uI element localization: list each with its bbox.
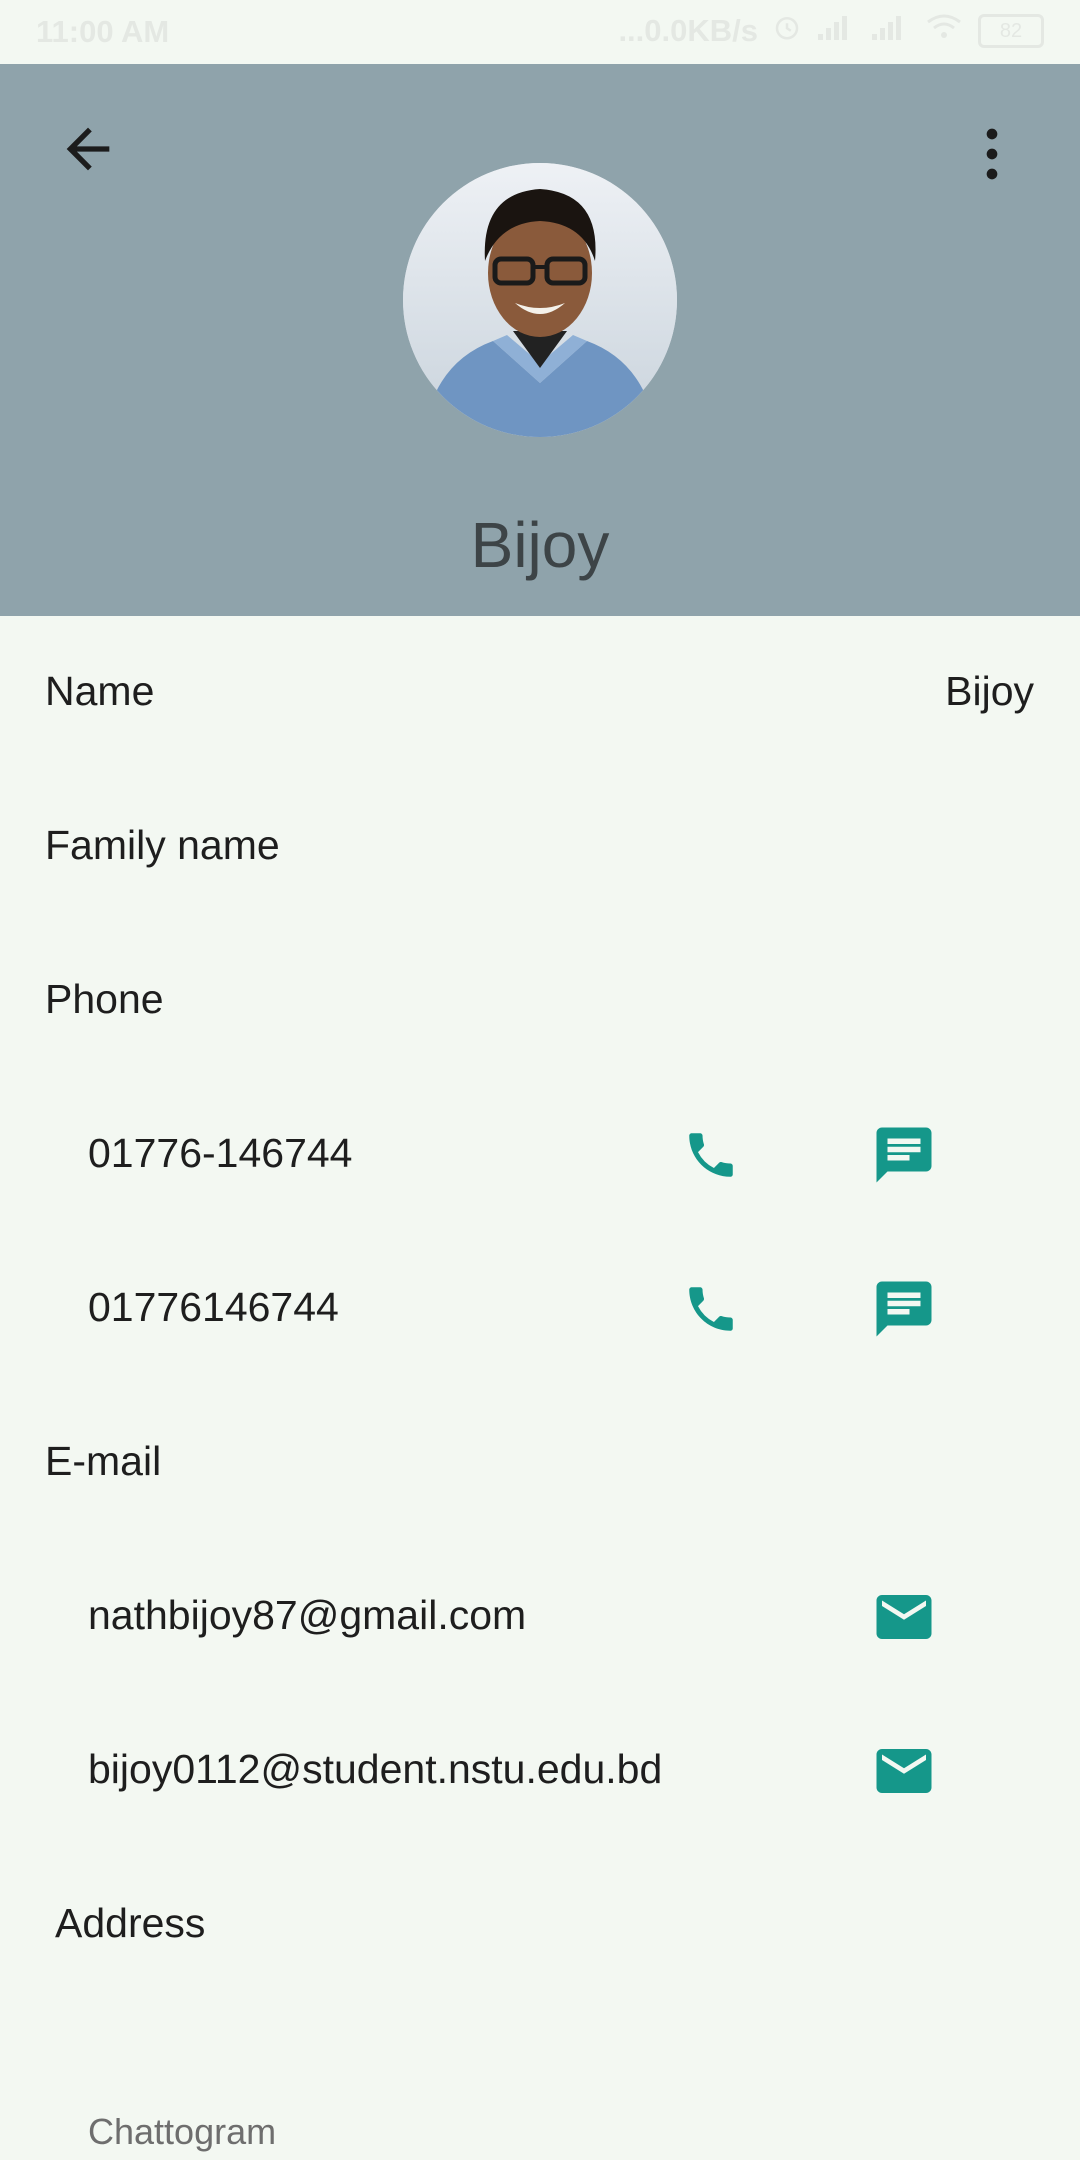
- status-time: 11:00 AM: [36, 14, 170, 49]
- phone-number[interactable]: 01776146744: [88, 1284, 339, 1331]
- address-city[interactable]: Chattogram: [88, 2111, 276, 2153]
- message-button[interactable]: [864, 1269, 944, 1349]
- more-vert-icon: [986, 128, 998, 180]
- message-icon: [876, 1281, 932, 1337]
- network-speed: ...0.0KB/s: [618, 13, 758, 48]
- avatar[interactable]: [403, 163, 677, 437]
- mail-icon: [876, 1595, 932, 1639]
- contact-photo: [403, 163, 677, 437]
- alarm-icon: [772, 12, 802, 50]
- signal-icon: [870, 12, 910, 50]
- phone-icon: [689, 1133, 733, 1177]
- contact-display-name: Bijoy: [470, 509, 610, 581]
- phone-label: Phone: [45, 976, 164, 1022]
- status-icons: ...0.0KB/s 82: [618, 12, 1044, 50]
- signal-icon: [816, 12, 856, 50]
- wifi-icon: [924, 12, 964, 50]
- call-button[interactable]: [671, 1269, 751, 1349]
- call-button[interactable]: [671, 1115, 751, 1195]
- back-button[interactable]: [56, 117, 120, 181]
- battery-indicator: 82: [978, 14, 1044, 48]
- email-label: E-mail: [45, 1438, 162, 1484]
- send-email-button[interactable]: [864, 1577, 944, 1657]
- arrow-back-icon: [66, 127, 110, 171]
- more-options-button[interactable]: [960, 122, 1024, 186]
- phone-number[interactable]: 01776-146744: [88, 1130, 352, 1177]
- message-icon: [876, 1127, 932, 1183]
- mail-icon: [876, 1749, 932, 1793]
- email-address[interactable]: nathbijoy87@gmail.com: [88, 1592, 526, 1639]
- name-label: Name: [45, 668, 155, 714]
- name-value: Bijoy: [945, 668, 1034, 714]
- status-bar: 11:00 AM ...0.0KB/s 82: [0, 0, 1080, 64]
- phone-icon: [689, 1287, 733, 1331]
- send-email-button[interactable]: [864, 1731, 944, 1811]
- address-label: Address: [55, 1900, 206, 1946]
- message-button[interactable]: [864, 1115, 944, 1195]
- email-address[interactable]: bijoy0112@student.nstu.edu.bd: [88, 1746, 662, 1793]
- family-name-label: Family name: [45, 822, 280, 868]
